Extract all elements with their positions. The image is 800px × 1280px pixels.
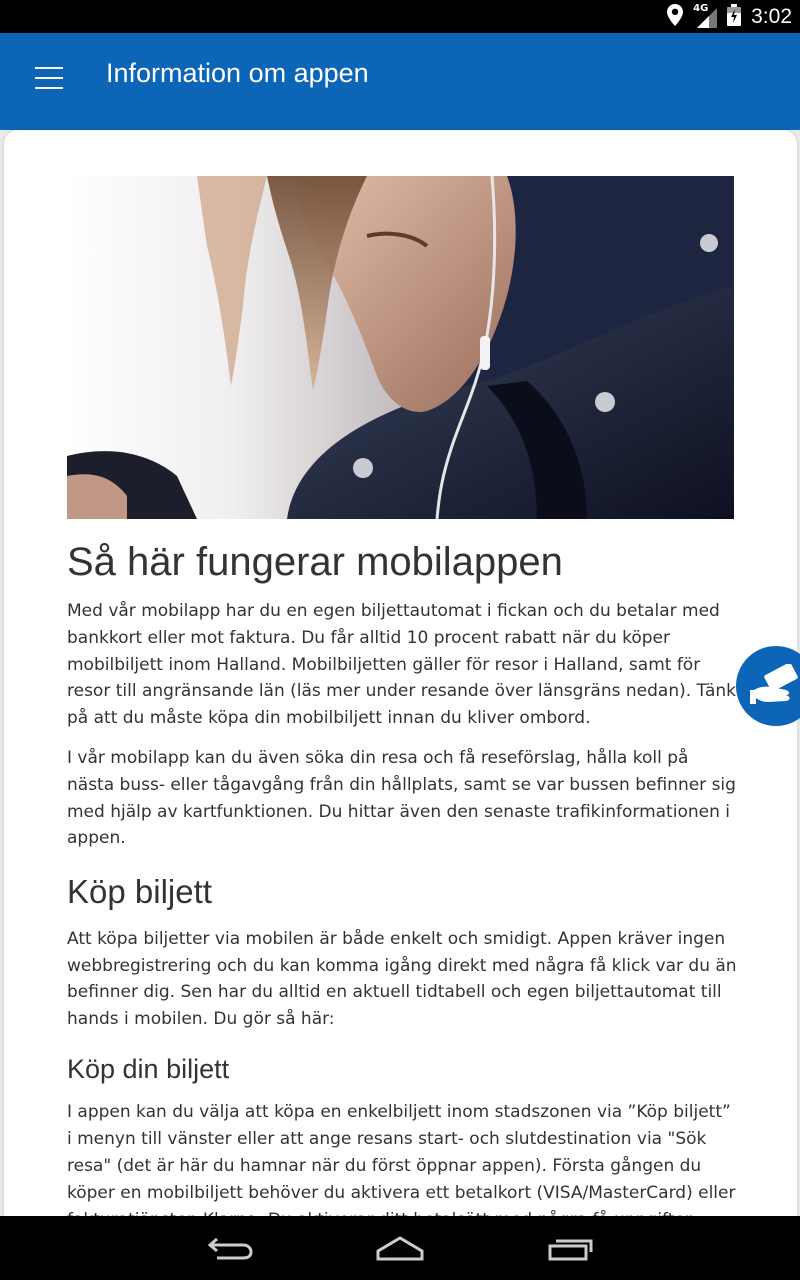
sub-heading-buy-your-ticket: Köp din biljett: [67, 1053, 230, 1084]
section-heading-buy-ticket: Köp biljett: [67, 873, 212, 911]
intro-paragraph-1: Med vår mobilapp har du en egen biljetta…: [67, 601, 736, 729]
article-heading: Så här fungerar mobilappen: [67, 540, 563, 584]
signal-icon: 4G: [693, 3, 718, 28]
back-icon[interactable]: [200, 1230, 260, 1266]
buy-your-ticket-paragraph: I appen kan du välja att köpa en enkelbi…: [67, 1102, 736, 1216]
recents-icon[interactable]: [541, 1230, 601, 1266]
home-icon[interactable]: [370, 1230, 430, 1266]
ticket-hand-icon: [750, 662, 800, 712]
status-icons: 4G 3:02: [667, 0, 792, 33]
page-title: Information om appen: [106, 58, 369, 88]
hamburger-menu-icon[interactable]: [26, 55, 72, 101]
app-bar: Information om appen: [0, 33, 800, 130]
status-time: 3:02: [751, 4, 792, 28]
intro-paragraph-2: I vår mobilapp kan du även söka din resa…: [67, 747, 736, 849]
battery-icon: [727, 3, 742, 30]
buy-ticket-paragraph: Att köpa biljetter via mobilen är både e…: [67, 928, 737, 1030]
location-icon: [667, 3, 684, 30]
navigation-bar: [0, 1216, 800, 1280]
status-bar: 4G 3:02: [0, 0, 800, 33]
content-card[interactable]: Så här fungerar mobilappen Med vår mobil…: [4, 130, 797, 1216]
article-body: Så här fungerar mobilappen Med vår mobil…: [67, 538, 737, 1216]
hero-image: [67, 176, 734, 519]
